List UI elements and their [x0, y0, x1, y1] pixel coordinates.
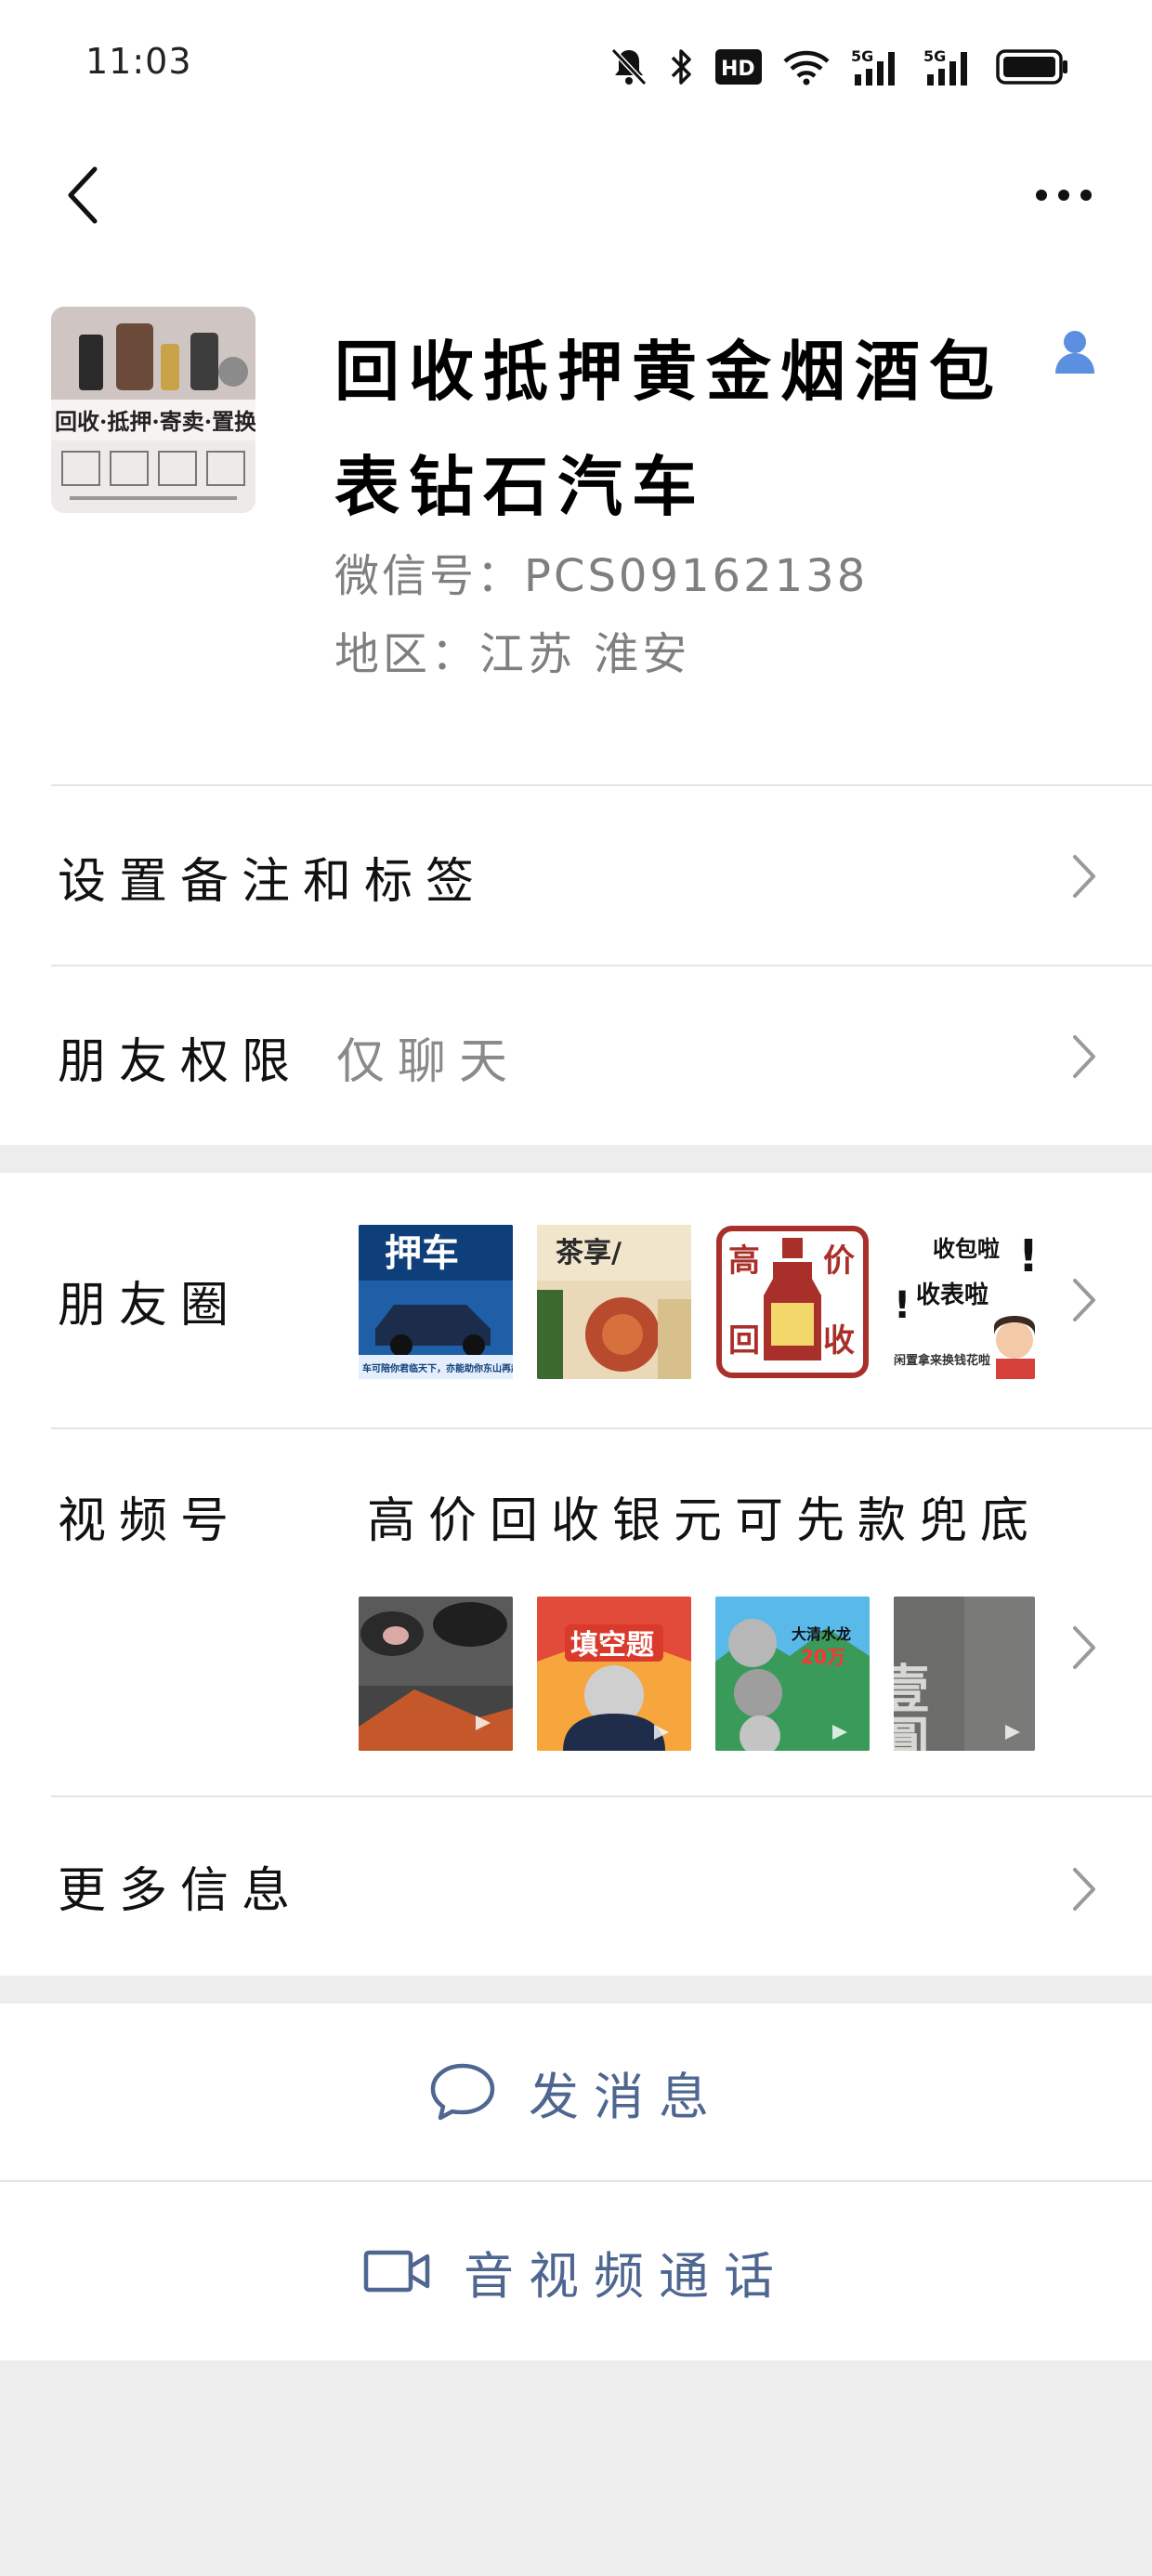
channels-thumb-line: 大清水龙 [792, 1625, 851, 1643]
chevron-right-icon [1073, 1035, 1095, 1078]
wechat-id: 微信号：PCS09162138 [334, 550, 869, 602]
region: 地区：江苏 淮安 [334, 628, 691, 680]
channels-thumbnail: 壹圓 [894, 1597, 1035, 1751]
moments-thumbnail: 押车 车可陪你君临天下，亦能助你东山再起！ [359, 1225, 513, 1379]
moments-thumb-title: 押车 [385, 1232, 459, 1275]
send-message-label: 发消息 [529, 2067, 724, 2126]
remark-tags-row[interactable]: 设置备注和标签 [0, 786, 1152, 965]
bluetooth-icon [671, 49, 691, 85]
chevron-right-icon [1073, 1279, 1095, 1321]
status-bar: 11:03 HD 5G 5G [0, 0, 1152, 130]
channels-label: 视频号 [58, 1493, 242, 1549]
svg-text:!: ! [1018, 1230, 1035, 1282]
moments-thumb-title: 茶享/ [556, 1237, 622, 1269]
moments-thumb-char: 收 [823, 1322, 855, 1360]
avatar-text: 回收·抵押·寄卖·置换 [55, 408, 255, 435]
moments-thumbnail: 收包啦 ! ! 收表啦 闲置拿来换钱花啦 [894, 1225, 1035, 1379]
channels-title: 高价回收银元可先款兜底 [367, 1493, 1042, 1549]
chevron-right-icon [1073, 855, 1095, 898]
more-dots-icon [1036, 190, 1092, 201]
profile-name: 回收抵押黄金烟酒包表钻石汽车 [334, 334, 1003, 525]
battery-icon [996, 49, 1067, 85]
wifi-icon [783, 50, 830, 85]
moments-row[interactable]: 朋友圈 押车 车可陪你君临天下，亦能助你东山再起！ 茶享/ 高 价 回 收 收包… [0, 1173, 1152, 1427]
avatar[interactable]: 回收·抵押·寄卖·置换 [51, 307, 255, 513]
chevron-right-icon [1073, 1626, 1095, 1669]
moments-thumb-char: 回 [728, 1322, 760, 1360]
settings-section: 设置备注和标签 朋友权限 仅聊天 [0, 786, 1152, 1145]
svg-text:!: ! [894, 1284, 910, 1327]
more-options-button[interactable] [1013, 149, 1115, 242]
channels-thumbnail: 大清水龙 20万 [715, 1597, 870, 1751]
more-info-row[interactable]: 更多信息 [0, 1797, 1152, 1976]
channels-thumb-title: 填空题 [570, 1629, 654, 1662]
video-call-button[interactable]: 音视频通话 [0, 2182, 1152, 2360]
mute-bell-icon [610, 47, 648, 86]
info-section: 朋友圈 押车 车可陪你君临天下，亦能助你东山再起！ 茶享/ 高 价 回 收 收包… [0, 1173, 1152, 1976]
svg-text:5G: 5G [851, 47, 873, 65]
status-icons: HD 5G 5G [609, 43, 1068, 91]
moments-thumb-line: 闲置拿来换钱花啦 [894, 1353, 990, 1368]
video-call-label: 音视频通话 [464, 2246, 789, 2306]
friend-permission-label: 朋友权限 [58, 1034, 304, 1090]
moments-thumb-char: 价 [823, 1242, 855, 1280]
user-badge-icon [1055, 331, 1094, 374]
moments-thumbnail: 茶享/ [537, 1225, 691, 1379]
moments-label: 朋友圈 [58, 1278, 242, 1334]
channels-thumbnail: 填空题 [537, 1597, 691, 1751]
video-camera-icon [363, 2250, 430, 2293]
5g-signal-icon: 5G [851, 47, 895, 85]
moments-thumb-caption: 车可陪你君临天下，亦能助你东山再起！ [362, 1362, 513, 1374]
friend-permission-value: 仅聊天 [336, 1034, 521, 1090]
channels-thumbnail [359, 1597, 513, 1751]
back-button[interactable] [37, 149, 130, 242]
channels-thumb-chars: 壹圓 [894, 1662, 930, 1751]
channels-thumb-line: 20万 [801, 1646, 845, 1668]
svg-text:5G: 5G [923, 47, 946, 65]
status-time: 11:03 [85, 41, 192, 82]
moments-thumbnail: 高 价 回 收 [715, 1225, 870, 1379]
svg-text:HD: HD [721, 58, 755, 81]
send-message-button[interactable]: 发消息 [0, 2004, 1152, 2180]
channels-row[interactable]: 视频号 高价回收银元可先款兜底 填空题 大清水龙 20万 壹 [0, 1429, 1152, 1795]
bottom-background [0, 2362, 1152, 2576]
5g-signal-icon: 5G [923, 47, 967, 85]
chat-bubble-icon [430, 2063, 495, 2121]
friend-permission-row[interactable]: 朋友权限 仅聊天 [0, 966, 1152, 1145]
chevron-left-icon [68, 166, 98, 224]
nav-bar [0, 130, 1152, 279]
more-info-label: 更多信息 [58, 1863, 304, 1919]
chevron-right-icon [1073, 1868, 1095, 1911]
moments-thumb-line: 收包啦 [933, 1236, 1000, 1262]
remark-tags-label: 设置备注和标签 [58, 854, 488, 910]
hd-icon: HD [715, 49, 762, 85]
profile-header: 回收·抵押·寄卖·置换 回收抵押黄金烟酒包表钻石汽车 微信号：PCS091621… [0, 279, 1152, 786]
moments-thumb-char: 高 [728, 1242, 760, 1280]
moments-thumb-line: 收表啦 [916, 1281, 988, 1309]
